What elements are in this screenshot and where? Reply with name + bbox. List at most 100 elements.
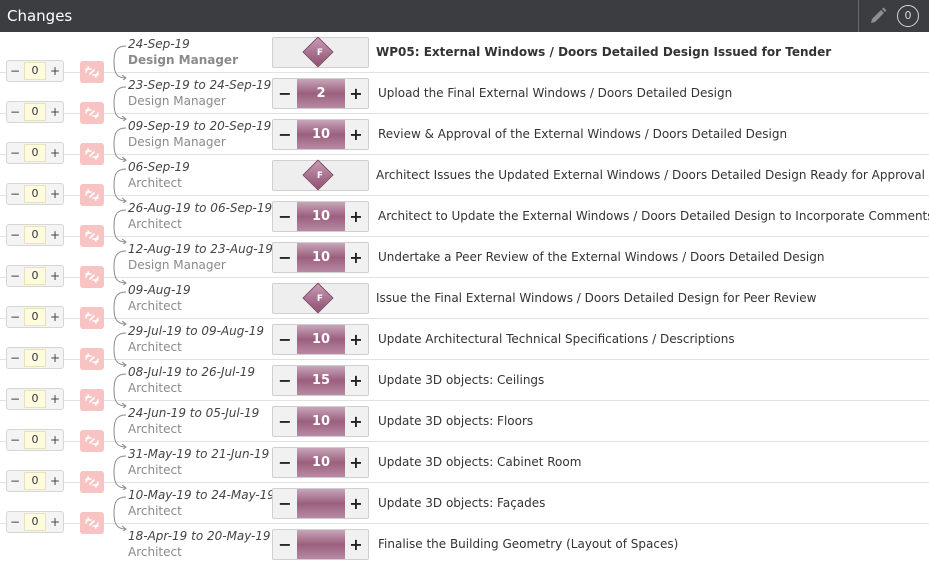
list-item: −0 +08-Jul-19 to 26-Jul-19 Architect −15 + Up… (0, 360, 929, 411)
task-role: Architect (128, 463, 182, 477)
task-role: Architect (128, 176, 182, 190)
task-name: Architect Issues the Updated External Wi… (376, 168, 925, 182)
task-date: 24-Sep-19 (128, 37, 190, 51)
task-date: 23-Sep-19 to 24-Sep-19 (128, 78, 272, 92)
duration-value: 10 (297, 120, 345, 149)
task-role: Architect (128, 217, 182, 231)
task-date: 24-Jun-19 to 05-Jul-19 (128, 406, 260, 420)
list-item: −0 +26-Aug-19 to 06-Sep-19 Architect −10 + Ar… (0, 196, 929, 247)
task-role: Design Manager (128, 94, 226, 108)
duration-increment-button[interactable]: + (344, 120, 368, 149)
duration-value: 10 (297, 407, 345, 436)
duration-stepper[interactable]: −2 + (272, 78, 369, 109)
duration-decrement-button[interactable]: − (273, 448, 297, 477)
list-item: −0 +12-Aug-19 to 23-Aug-19 Design Manager −… (0, 237, 929, 288)
duration-value: 10 (297, 325, 345, 354)
list-item: −0 +09-Aug-19 Architect F Issue the Final Ex… (0, 278, 929, 329)
task-name: WP05: External Windows / Doors Detailed … (376, 45, 832, 59)
task-name: Update Architectural Technical Specifica… (378, 332, 735, 346)
duration-value (297, 530, 345, 559)
duration-decrement-button[interactable]: − (273, 243, 297, 272)
header-bar: Changes 0 (0, 0, 929, 32)
task-date: 06-Sep-19 (128, 160, 190, 174)
task-role: Design Manager (128, 135, 226, 149)
header-divider (858, 0, 859, 32)
task-date: 08-Jul-19 to 26-Jul-19 (128, 365, 256, 379)
duration-increment-button[interactable]: + (344, 366, 368, 395)
task-role: Architect (128, 504, 182, 518)
duration-value: 15 (297, 366, 345, 395)
duration-decrement-button[interactable]: − (273, 120, 297, 149)
duration-stepper[interactable]: − + (272, 529, 369, 560)
task-name: Upload the Final External Windows / Door… (378, 86, 733, 100)
list-item: −0 +09-Sep-19 to 20-Sep-19 Design Manager −… (0, 114, 929, 165)
list-item: −0 +10-May-19 to 24-May-19 Architect − + Upda… (0, 483, 929, 534)
task-date: 12-Aug-19 to 23-Aug-19 (128, 242, 273, 256)
duration-increment-button[interactable]: + (344, 325, 368, 354)
milestone-box[interactable]: F (272, 159, 369, 191)
duration-decrement-button[interactable]: − (273, 79, 297, 108)
duration-value (297, 489, 345, 518)
task-name: Finalise the Building Geometry (Layout o… (378, 537, 679, 551)
task-date: 10-May-19 to 24-May-19 (128, 488, 275, 502)
task-name: Review & Approval of the External Window… (378, 127, 788, 141)
duration-decrement-button[interactable]: − (273, 407, 297, 436)
duration-stepper[interactable]: −10 + (272, 201, 369, 232)
milestone-label: F (316, 294, 324, 304)
duration-stepper[interactable]: − + (272, 488, 369, 519)
duration-value: 2 (297, 79, 345, 108)
duration-decrement-button[interactable]: − (273, 530, 297, 559)
duration-stepper[interactable]: −10 + (272, 406, 369, 437)
duration-increment-button[interactable]: + (344, 243, 368, 272)
milestone-label: F (316, 48, 324, 58)
duration-stepper[interactable]: −10 + (272, 242, 369, 273)
task-name: Update 3D objects: Ceilings (378, 373, 545, 387)
task-date: 18-Apr-19 to 20-May-19 (128, 529, 271, 543)
duration-stepper[interactable]: −10 + (272, 324, 369, 355)
duration-stepper[interactable]: −10 + (272, 447, 369, 478)
task-date: 09-Aug-19 (128, 283, 191, 297)
duration-increment-button[interactable]: + (344, 202, 368, 231)
task-name: Undertake a Peer Review of the External … (378, 250, 825, 264)
list-item: −0 +24-Jun-19 to 05-Jul-19 Architect −10 + Up… (0, 401, 929, 452)
panel-title: Changes (7, 7, 73, 25)
duration-stepper[interactable]: −15 + (272, 365, 369, 396)
task-date: 26-Aug-19 to 06-Sep-19 (128, 201, 273, 215)
list-item: 18-Apr-19 to 20-May-19 Architect − + Finalis… (0, 524, 929, 563)
task-name: Update 3D objects: Cabinet Room (378, 455, 582, 469)
task-role: Architect (128, 299, 182, 313)
duration-value: 10 (297, 243, 345, 272)
duration-increment-button[interactable]: + (344, 530, 368, 559)
task-role: Architect (128, 340, 182, 354)
task-name: Architect to Update the External Windows… (378, 209, 929, 223)
duration-decrement-button[interactable]: − (273, 202, 297, 231)
duration-increment-button[interactable]: + (344, 79, 368, 108)
task-role: Architect (128, 381, 182, 395)
duration-increment-button[interactable]: + (344, 489, 368, 518)
duration-decrement-button[interactable]: − (273, 489, 297, 518)
task-name: Update 3D objects: Floors (378, 414, 534, 428)
change-counter-badge[interactable]: 0 (897, 5, 919, 27)
pencil-icon[interactable] (868, 6, 888, 26)
list-item: −0 +24-Sep-19 Design Manager F WP05: Externa… (0, 32, 929, 83)
milestone-box[interactable]: F (272, 36, 369, 68)
task-role: Design Manager (128, 258, 226, 272)
duration-decrement-button[interactable]: − (273, 366, 297, 395)
milestone-label: F (316, 171, 324, 181)
task-name: Issue the Final External Windows / Doors… (376, 291, 817, 305)
duration-stepper[interactable]: −10 + (272, 119, 369, 150)
list-item: −0 +29-Jul-19 to 09-Aug-19 Architect −10 + Up… (0, 319, 929, 370)
task-date: 09-Sep-19 to 20-Sep-19 (128, 119, 272, 133)
task-role: Design Manager (128, 53, 238, 67)
task-date: 29-Jul-19 to 09-Aug-19 (128, 324, 264, 338)
duration-decrement-button[interactable]: − (273, 325, 297, 354)
task-role: Architect (128, 545, 182, 559)
list-item: −0 +31-May-19 to 21-Jun-19 Architect −10 + Up… (0, 442, 929, 493)
milestone-box[interactable]: F (272, 282, 369, 314)
duration-value: 10 (297, 448, 345, 477)
duration-increment-button[interactable]: + (344, 407, 368, 436)
task-date: 31-May-19 to 21-Jun-19 (128, 447, 270, 461)
list-item: −0 +06-Sep-19 Architect F Architect Issues t… (0, 155, 929, 206)
duration-value: 10 (297, 202, 345, 231)
duration-increment-button[interactable]: + (344, 448, 368, 477)
